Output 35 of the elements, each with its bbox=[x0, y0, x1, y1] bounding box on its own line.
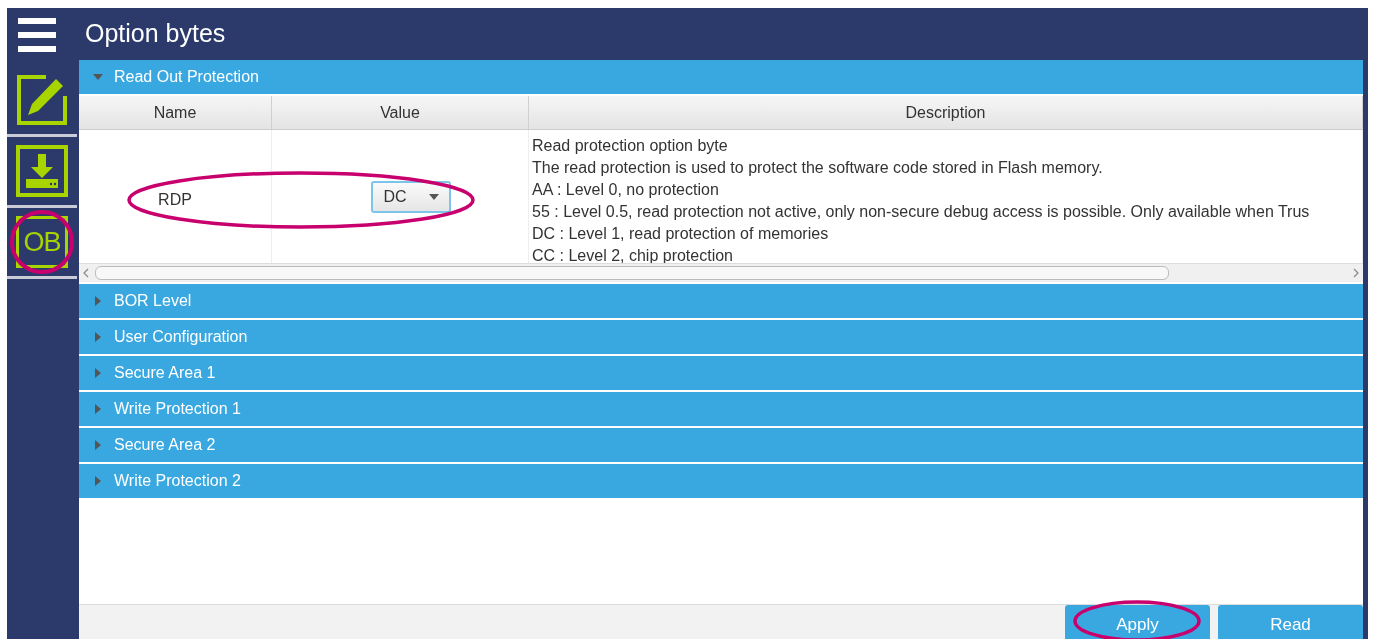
value-dropdown[interactable]: DC bbox=[371, 180, 451, 213]
section-header[interactable]: Read Out Protection bbox=[79, 60, 1363, 94]
expand-icon bbox=[93, 476, 103, 486]
expand-icon bbox=[93, 332, 103, 342]
section-header[interactable]: Write Protection 2 bbox=[79, 464, 1363, 498]
expand-icon bbox=[93, 296, 103, 306]
window-title: Option bytes bbox=[84, 18, 227, 49]
caret-icon bbox=[428, 193, 439, 200]
section-header[interactable]: Secure Area 2 bbox=[79, 428, 1363, 462]
horizontal-scrollbar[interactable] bbox=[79, 263, 1363, 282]
section-header[interactable]: Write Protection 1 bbox=[79, 392, 1363, 426]
description-line: 55 : Level 0.5, read protection not active, only non-secure debug access is possible. Only available when Trus bbox=[532, 202, 1310, 222]
option-bytes-nav-button[interactable]: OB bbox=[16, 216, 68, 268]
section-header[interactable]: Secure Area 1 bbox=[79, 356, 1363, 390]
expand-icon bbox=[93, 440, 103, 450]
description-line: DC : Level 1, read protection of memories bbox=[532, 224, 829, 244]
section-header[interactable]: User Configuration bbox=[79, 320, 1363, 354]
collapse-icon bbox=[93, 72, 103, 82]
column-header: Description bbox=[529, 96, 1363, 129]
scroll-right-icon[interactable] bbox=[1353, 268, 1359, 278]
download-icon[interactable] bbox=[16, 145, 68, 197]
section-header[interactable]: BOR Level bbox=[79, 284, 1363, 318]
scroll-left-icon[interactable] bbox=[83, 268, 89, 278]
table-cell: RDP bbox=[158, 190, 192, 208]
description-line: The read protection is used to protect the software code stored in Flash memory. bbox=[532, 158, 1103, 178]
highlight-circle bbox=[9, 209, 75, 275]
action-button[interactable]: Read bbox=[1218, 605, 1363, 639]
menu-icon[interactable] bbox=[18, 18, 56, 52]
edit-icon[interactable] bbox=[16, 74, 68, 126]
column-header: Value bbox=[272, 96, 529, 129]
expand-icon bbox=[93, 368, 103, 378]
expand-icon bbox=[93, 404, 103, 414]
description-line: AA : Level 0, no protection bbox=[532, 180, 719, 200]
description-line: Read protection option byte bbox=[532, 136, 728, 156]
column-header: Name bbox=[79, 96, 272, 129]
